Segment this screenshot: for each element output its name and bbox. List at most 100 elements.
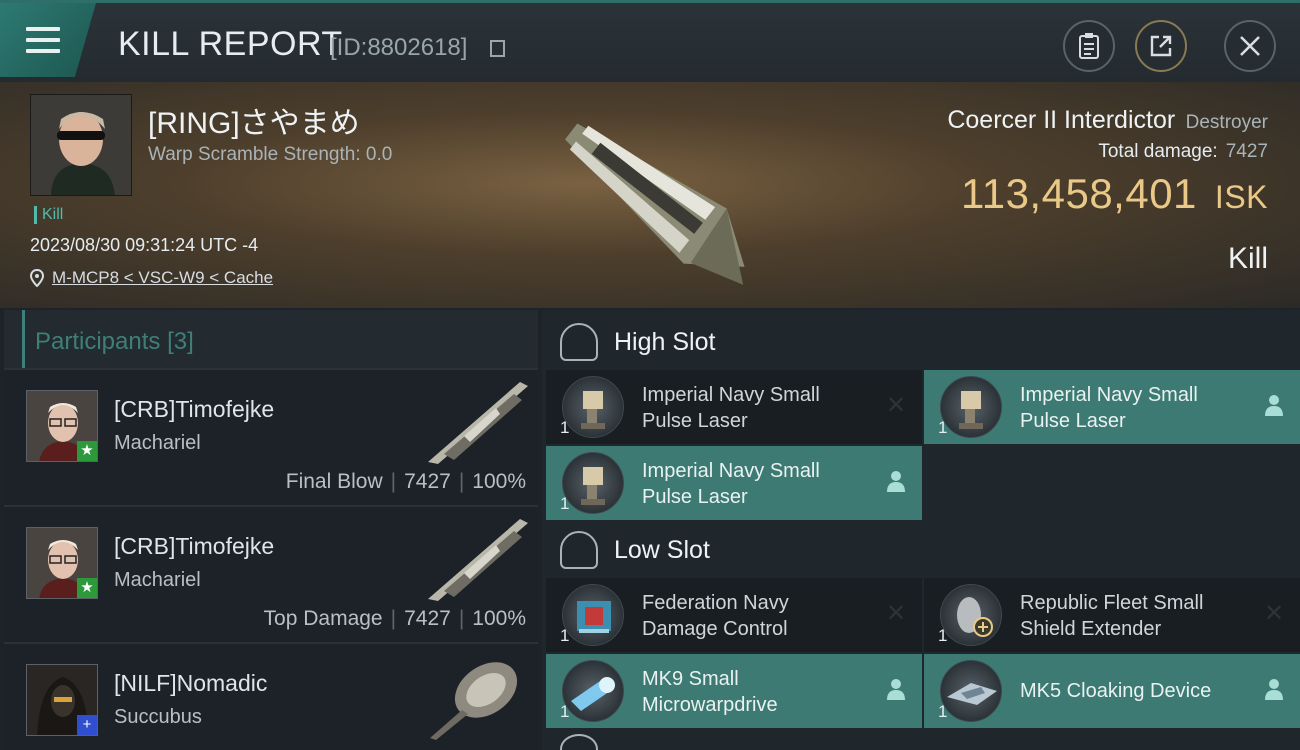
participant-name[interactable]: [CRB]Timofejke <box>114 533 274 560</box>
module-name: MK5 Cloaking Device <box>1020 680 1212 702</box>
victim-ship-class: Destroyer <box>1185 112 1268 133</box>
dropped-person-icon <box>884 470 908 494</box>
module-item[interactable]: 1 MK5 Cloaking Device <box>924 654 1300 728</box>
participant-avatar[interactable]: ★ <box>26 390 98 462</box>
total-damage-value: 7427 <box>1225 141 1268 162</box>
share-button[interactable] <box>1135 20 1187 72</box>
participant-percent: 100% <box>472 607 526 630</box>
participant-name[interactable]: [NILF]Nomadic <box>114 670 267 697</box>
module-quantity: 1 <box>560 494 570 513</box>
dropped-person-icon <box>1262 678 1286 702</box>
module-item[interactable]: 1 Imperial Navy Small Pulse Laser ✕ <box>546 370 922 444</box>
participants-count: [3] <box>167 328 194 355</box>
close-icon <box>1240 36 1260 56</box>
module-name-line1: Republic Fleet Small <box>1020 592 1204 614</box>
module-name: Republic Fleet Small Shield Extender <box>1020 590 1250 642</box>
cloaking-device-icon <box>940 660 1002 722</box>
module-name-line1: Federation Navy <box>642 592 789 614</box>
module-name: Imperial Navy Small Pulse Laser <box>1020 382 1250 434</box>
isk-value: 113,458,401 ISK <box>961 170 1268 218</box>
participant-damage: 7427 <box>404 470 451 493</box>
share-icon <box>1150 35 1172 57</box>
module-quantity: 1 <box>560 702 570 721</box>
participant-ship-icon <box>428 382 528 464</box>
participants-header: Participants [3] <box>22 310 538 368</box>
damage-control-icon <box>562 584 624 646</box>
module-name-line1: MK9 Small <box>642 668 739 690</box>
menu-button[interactable] <box>0 3 96 77</box>
dropped-person-icon <box>884 678 908 702</box>
module-item[interactable]: 1 Republic Fleet Small Shield Extender ✕ <box>924 578 1300 652</box>
participant-ship: Machariel <box>114 432 201 454</box>
module-item[interactable]: 1 Federation Navy Damage Control ✕ <box>546 578 922 652</box>
high-slot-header: High Slot <box>542 312 1300 372</box>
victim-avatar[interactable] <box>30 94 132 196</box>
victim-ship-info: Coercer II Interdictor Destroyer Total d… <box>947 106 1268 163</box>
destroyed-icon: ✕ <box>885 600 907 627</box>
plus-icon: + <box>77 715 97 735</box>
participant-percent: 100% <box>472 470 526 493</box>
participant-avatar[interactable]: + <box>26 664 98 736</box>
module-quantity: 1 <box>560 418 570 437</box>
participant-ship: Machariel <box>114 569 201 591</box>
destroyed-icon: ✕ <box>885 392 907 419</box>
participant-row[interactable]: ★ [CRB]Timofejke Machariel Final Blow | 74… <box>4 368 538 505</box>
dropped-person-icon <box>1262 394 1286 418</box>
close-button[interactable] <box>1224 20 1276 72</box>
module-name-line1: Imperial Navy Small <box>642 384 820 406</box>
participant-row[interactable]: ★ [CRB]Timofejke Machariel Top Damage | 74… <box>4 505 538 642</box>
module-name: Imperial Navy Small Pulse Laser <box>642 458 872 510</box>
module-quantity: 1 <box>938 702 948 721</box>
participant-stats: Final Blow | 7427 | 100% <box>285 470 526 493</box>
participants-label: Participants <box>35 328 161 355</box>
participant-role: Final Blow <box>285 470 383 493</box>
low-slot-label: Low Slot <box>614 535 710 564</box>
module-name-line2: Pulse Laser <box>1020 410 1126 432</box>
module-item[interactable]: 1 Imperial Navy Small Pulse Laser <box>546 446 922 520</box>
fittings-panel: High Slot 1 Imperial Navy Small Pulse La… <box>542 310 1300 750</box>
module-name-line2: Pulse Laser <box>642 486 748 508</box>
isk-unit: ISK <box>1214 179 1268 215</box>
module-quantity: 1 <box>560 626 570 645</box>
module-name: Federation Navy Damage Control <box>642 590 872 642</box>
low-slot-header: Low Slot <box>542 520 1300 580</box>
destroyed-icon: ✕ <box>1263 600 1285 627</box>
participant-ship: Succubus <box>114 706 202 728</box>
participant-stats: Top Damage | 7427 | 100% <box>263 607 526 630</box>
participant-name[interactable]: [CRB]Timofejke <box>114 396 274 423</box>
victim-summary: [RING]さやまめ Warp Scramble Strength: 0.0 K… <box>0 82 1300 308</box>
kill-datetime: 2023/08/30 09:31:24 UTC -4 <box>30 235 259 255</box>
clipboard-button[interactable] <box>1063 20 1115 72</box>
star-icon: ★ <box>77 578 97 598</box>
participant-ship-icon <box>428 519 528 601</box>
module-name-line1: Imperial Navy Small <box>642 460 820 482</box>
low-slot-icon <box>560 531 598 569</box>
module-item[interactable]: 1 MK9 Small Microwarpdrive <box>546 654 922 728</box>
portrait-icon <box>31 95 131 195</box>
warp-scramble-strength: Warp Scramble Strength: 0.0 <box>148 144 393 165</box>
next-slot-header-partial <box>560 734 598 750</box>
hamburger-icon <box>26 27 60 53</box>
slot-icon <box>560 734 598 750</box>
copy-icon[interactable] <box>490 40 505 57</box>
laser-icon <box>562 376 624 438</box>
module-name-line1: Imperial Navy Small <box>1020 384 1198 406</box>
participant-avatar[interactable]: ★ <box>26 527 98 599</box>
module-name: Imperial Navy Small Pulse Laser <box>642 382 872 434</box>
module-quantity: 1 <box>938 418 948 437</box>
participant-ship-icon <box>430 662 518 740</box>
kill-result: Kill <box>1227 242 1268 275</box>
module-item[interactable]: 1 Imperial Navy Small Pulse Laser <box>924 370 1300 444</box>
isk-amount: 113,458,401 <box>960 170 1197 217</box>
victim-ship-name[interactable]: Coercer II Interdictor <box>947 106 1175 134</box>
module-name-line2: Pulse Laser <box>642 410 748 432</box>
total-damage-label: Total damage: <box>1098 141 1218 162</box>
participant-damage: 7427 <box>404 607 451 630</box>
participant-row[interactable]: + [NILF]Nomadic Succubus <box>4 642 538 750</box>
kill-tag: Kill <box>34 206 63 224</box>
victim-name[interactable]: [RING]さやまめ <box>148 98 360 142</box>
location-link[interactable]: M-MCP8 < VSC-W9 < Cache <box>52 268 273 288</box>
kill-location[interactable]: M-MCP8 < VSC-W9 < Cache <box>30 268 273 288</box>
high-slot-label: High Slot <box>614 327 716 356</box>
module-name-line2: Shield Extender <box>1020 618 1162 640</box>
